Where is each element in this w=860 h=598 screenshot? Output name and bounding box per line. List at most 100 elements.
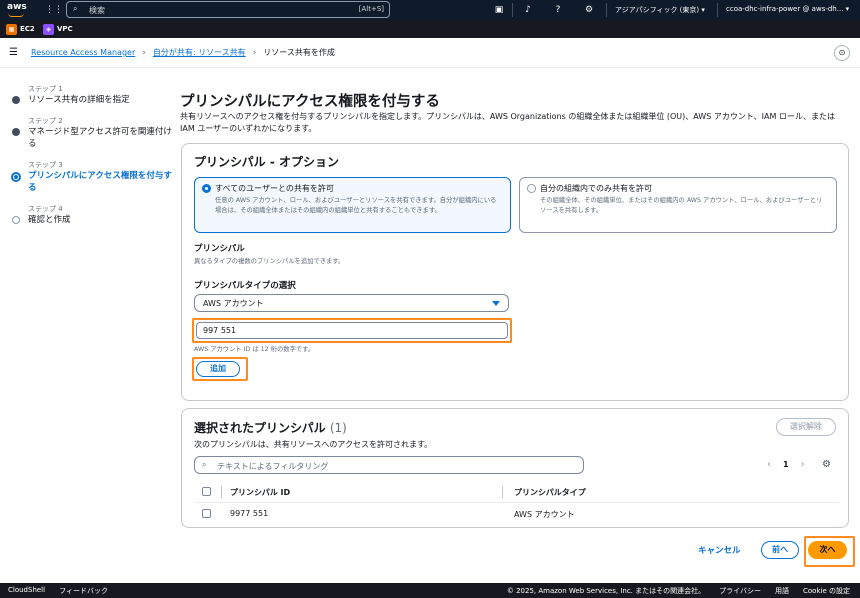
favorites-bar: ▦ EC2 ◈ VPC <box>0 20 860 38</box>
step-complete-icon <box>12 128 20 136</box>
option-title: すべてのユーザーとの共有を許可 <box>215 184 334 193</box>
breadcrumb-ram[interactable]: Resource Access Manager <box>31 48 135 57</box>
cloudshell-icon[interactable]: ▣ <box>492 3 506 17</box>
step-label: プリンシパルにアクセス権限を付与する <box>28 171 172 193</box>
option-allow-everyone[interactable]: すべてのユーザーとの共有を許可 任意の AWS アカウント、ロール、およびユーザ… <box>194 177 511 233</box>
filter-placeholder: テキストによるフィルタリング <box>217 462 329 471</box>
filter-input[interactable]: ⌕ テキストによるフィルタリング <box>194 456 584 474</box>
option-description: その組織全体、その組織単位、またはその組織内の AWS アカウント、ロール、およ… <box>540 197 823 214</box>
principal-type: AWS アカウント <box>514 510 575 519</box>
selected-principals-panel: 選択されたプリンシパル (1) 次のプリンシパルは、共有リソースへのアクセスを許… <box>181 408 849 528</box>
step-3: ステップ 3 プリンシパルにアクセス権限を付与する <box>11 160 172 194</box>
select-value: AWS アカウント <box>203 299 264 308</box>
panel-title: プリンシパル - オプション <box>194 155 339 169</box>
column-header-id[interactable]: プリンシパル ID <box>230 487 290 498</box>
preferences-icon[interactable]: ⊙ <box>834 45 850 61</box>
search-shortcut: [Alt+S] <box>358 5 384 13</box>
favorite-vpc[interactable]: ◈ VPC <box>43 23 73 35</box>
table-settings-icon[interactable]: ⚙ <box>822 459 831 470</box>
wizard-steps: ステップ 1 リソース共有の詳細を指定 ステップ 2 マネージド型アクセス許可を… <box>11 84 172 236</box>
option-title: 自分の組織内でのみ共有を許可 <box>540 184 652 193</box>
footer: CloudShell フィードバック © 2025, Amazon Web Se… <box>0 583 860 598</box>
cloudshell-link[interactable]: CloudShell <box>8 586 45 596</box>
breadcrumb-shared-by-me[interactable]: 自分が共有: リソース共有 <box>153 47 246 58</box>
current-page[interactable]: 1 <box>783 460 789 469</box>
row-checkbox[interactable] <box>202 509 211 518</box>
principals-table: プリンシパル ID プリンシパルタイプ 9977 551 AWS アカウント <box>194 481 839 525</box>
step-2: ステップ 2 マネージド型アクセス許可を関連付ける <box>12 116 172 150</box>
copyright: © 2025, Amazon Web Services, Inc. またはその関… <box>506 587 706 595</box>
favorite-label: EC2 <box>20 25 35 33</box>
region-selector[interactable]: アジアパシフィック (東京) ▾ <box>615 5 705 15</box>
step-label[interactable]: リソース共有の詳細を指定 <box>28 94 172 106</box>
terms-link[interactable]: 用語 <box>775 586 789 596</box>
chevron-right-icon: › <box>252 47 257 58</box>
services-menu-icon[interactable]: ⋮⋮⋮ <box>45 4 72 16</box>
help-icon[interactable]: ? <box>551 3 565 17</box>
step-number: ステップ 1 <box>28 85 63 93</box>
account-id-hint: AWS アカウント ID は 12 桁の数字です。 <box>194 346 315 353</box>
breadcrumb-bar: ☰ Resource Access Manager › 自分が共有: リソース共… <box>0 38 860 68</box>
option-description: 任意の AWS アカウント、ロール、およびユーザーとリソースを共有できます。自分… <box>215 197 497 214</box>
search-icon: ⌕ <box>73 4 78 13</box>
feedback-link[interactable]: フィードバック <box>59 586 108 596</box>
step-number: ステップ 2 <box>28 117 63 125</box>
add-button[interactable]: 追加 <box>196 361 240 377</box>
principal-options-panel: プリンシパル - オプション すべてのユーザーとの共有を許可 任意の AWS ア… <box>181 143 849 401</box>
next-button[interactable]: 次へ <box>808 541 847 559</box>
vpc-icon: ◈ <box>43 23 54 35</box>
step-label[interactable]: マネージド型アクセス許可を関連付ける <box>28 126 172 150</box>
page-title: プリンシパルにアクセス権限を付与する <box>180 94 440 110</box>
pagination: ‹ 1 › <box>767 459 805 470</box>
panel-description: 次のプリンシパルは、共有リソースへのアクセスを許可されます。 <box>194 440 433 449</box>
aws-logo[interactable]: aws <box>7 2 31 18</box>
step-4: ステップ 4 確認と作成 <box>12 204 172 226</box>
breadcrumb-current: リソース共有を作成 <box>263 48 335 57</box>
principal-count: (1) <box>329 421 347 435</box>
breadcrumb: Resource Access Manager › 自分が共有: リソース共有 … <box>31 47 335 58</box>
step-number: ステップ 4 <box>28 205 63 213</box>
account-menu[interactable]: ccoa-dhc-infra-power @ aws-dh... ▾ <box>726 5 849 13</box>
caret-down-icon <box>492 301 500 306</box>
step-1: ステップ 1 リソース共有の詳細を指定 <box>12 84 172 106</box>
select-all-checkbox[interactable] <box>202 487 211 496</box>
radio-unselected-icon[interactable] <box>527 184 536 193</box>
ec2-icon: ▦ <box>6 23 17 35</box>
aws-logo-text: aws <box>7 2 27 12</box>
panel-title: 選択されたプリンシパル (1) <box>194 419 347 436</box>
chevron-right-icon: › <box>142 47 146 58</box>
step-number: ステップ 3 <box>28 161 63 169</box>
remove-button[interactable]: 選択解除 <box>776 418 836 436</box>
previous-button[interactable]: 前へ <box>761 541 799 559</box>
favorite-ec2[interactable]: ▦ EC2 <box>6 23 35 35</box>
table-row: 9977 551 AWS アカウント <box>194 503 839 525</box>
principal-type-select[interactable]: AWS アカウント <box>194 294 509 312</box>
step-pending-icon <box>12 216 20 224</box>
prev-page-icon[interactable]: ‹ <box>767 459 771 470</box>
page-description: 共有リソースへのアクセス権を付与するプリンシパルを指定します。プリンシパルは、A… <box>180 112 835 133</box>
search-placeholder: 検索 <box>89 6 105 15</box>
search-input[interactable]: ⌕ 検索 [Alt+S] <box>66 1 390 18</box>
principal-hint: 異なるタイプの複数のプリンシパルを追加できます。 <box>194 258 345 265</box>
column-header-type[interactable]: プリンシパルタイプ <box>514 487 586 498</box>
step-active-icon <box>11 172 21 182</box>
menu-icon[interactable]: ☰ <box>9 47 20 58</box>
cancel-button[interactable]: キャンセル <box>698 544 741 556</box>
favorite-label: VPC <box>57 25 73 33</box>
notifications-icon[interactable]: ♪ <box>521 3 535 17</box>
step-complete-icon <box>12 96 20 104</box>
privacy-link[interactable]: プライバシー <box>719 586 761 596</box>
table-header: プリンシパル ID プリンシパルタイプ <box>194 481 839 503</box>
principal-label: プリンシパル <box>194 244 245 254</box>
panel-title-text: 選択されたプリンシパル <box>194 421 326 435</box>
settings-icon[interactable]: ⚙ <box>582 3 596 17</box>
cookie-link[interactable]: Cookie の設定 <box>803 586 850 596</box>
account-id-input[interactable]: 997 551 <box>196 322 508 339</box>
next-page-icon[interactable]: › <box>801 459 805 470</box>
radio-selected-icon[interactable] <box>202 184 211 193</box>
step-label: 確認と作成 <box>28 215 71 225</box>
top-navigation: aws ⋮⋮⋮ ⌕ 検索 [Alt+S] ▣ ♪ ? ⚙ アジアパシフィック (… <box>0 0 860 20</box>
option-org-only[interactable]: 自分の組織内でのみ共有を許可 その組織全体、その組織単位、またはその組織内の A… <box>519 177 837 233</box>
search-icon: ⌕ <box>202 460 207 469</box>
principal-type-label: プリンシパルタイプの選択 <box>194 281 296 291</box>
